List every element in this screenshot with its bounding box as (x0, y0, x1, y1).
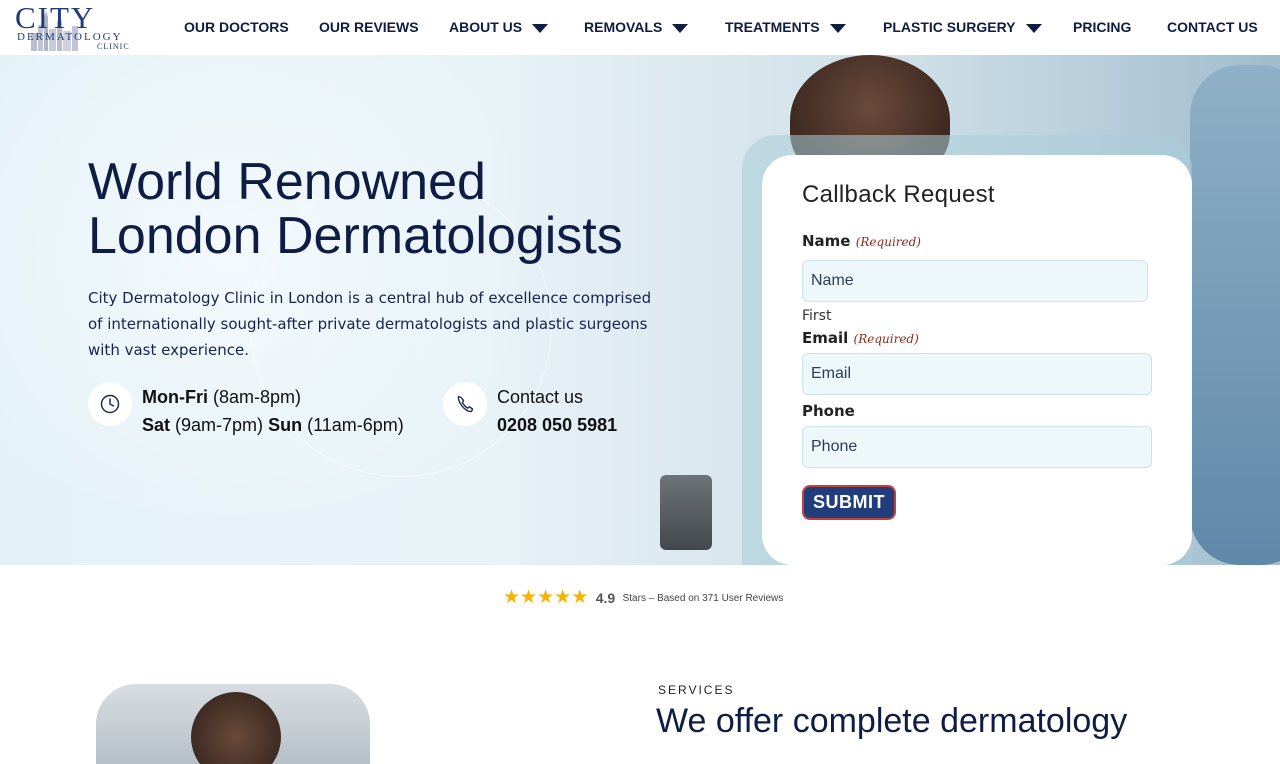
hours-sat-label: Sat (142, 415, 171, 435)
name-first-sublabel: First (802, 308, 832, 324)
hero-section: World Renowned London Dermatologists Cit… (0, 55, 1280, 565)
phone-icon[interactable] (443, 382, 487, 426)
star-rating: ★★★★★ (503, 588, 588, 608)
hero-description: City Dermatology Clinic in London is a c… (88, 289, 652, 359)
star-icon: ★ (520, 587, 538, 608)
nav-pricing[interactable]: PRICING (1073, 19, 1131, 35)
nav-about-us[interactable]: ABOUT US (449, 19, 549, 35)
clock-icon (88, 382, 132, 426)
phone-label: Phone (802, 402, 855, 420)
services-image-figure (191, 692, 281, 764)
nav-plastic-surgery[interactable]: PLASTIC SURGERY (883, 19, 1042, 35)
services-eyebrow: SERVICES (658, 683, 735, 697)
name-input[interactable] (802, 260, 1148, 302)
hero-title-line2: London Dermatologists (88, 207, 623, 265)
email-label: Email (Required) (802, 329, 919, 347)
logo-clinic-text: CLINIC (97, 42, 130, 51)
nav-about-us-label: ABOUT US (449, 19, 523, 35)
email-label-text: Email (802, 329, 849, 347)
email-input[interactable] (802, 353, 1152, 395)
hours-monfri-label: Mon-Fri (142, 387, 208, 407)
contact-phone-link[interactable]: 0208 050 5981 (497, 415, 617, 435)
email-required-note: (Required) (853, 332, 919, 346)
star-icon: ★ (503, 587, 521, 608)
nav-treatments[interactable]: TREATMENTS (725, 19, 846, 35)
name-label: Name (Required) (802, 232, 921, 250)
services-heading: We offer complete dermatology (656, 702, 1128, 740)
star-icon: ★ (537, 587, 555, 608)
star-icon: ★ (571, 587, 589, 608)
hours-sat-time: (9am-7pm) (175, 415, 264, 435)
rating-score: 4.9 (595, 590, 616, 606)
site-header: CITY DERMATOLOGY CLINIC OUR DOCTORS OUR … (0, 0, 1280, 55)
submit-button[interactable]: SUBMIT (802, 485, 896, 520)
hours-sun-label: Sun (268, 415, 303, 435)
nav-contact-us[interactable]: CONTACT US (1167, 19, 1258, 35)
hero-photo-figure-right (1190, 65, 1280, 565)
logo[interactable]: CITY DERMATOLOGY CLINIC (15, 0, 139, 51)
opening-hours: Mon-Fri (8am-8pm) Sat (9am-7pm) Sun (11a… (142, 383, 404, 439)
nav-plastic-surgery-label: PLASTIC SURGERY (883, 19, 1016, 35)
nav-our-reviews[interactable]: OUR REVIEWS (319, 19, 419, 35)
rating-summary[interactable]: ★★★★★ 4.9 Stars – Based on 371 User Revi… (503, 588, 783, 608)
rating-text: Stars – Based on 371 User Reviews (622, 592, 784, 604)
contact-label: Contact us (497, 387, 584, 407)
hero-title-line1: World Renowned (88, 153, 486, 211)
hours-sun-time: (11am-6pm) (307, 415, 404, 435)
chevron-down-icon (532, 24, 549, 33)
callback-form: Callback Request Name (Required) First E… (762, 155, 1192, 565)
form-title: Callback Request (802, 181, 995, 208)
name-required-note: (Required) (855, 235, 921, 249)
hours-monfri-time: (8am-8pm) (213, 387, 302, 407)
chevron-down-icon (672, 24, 689, 33)
hero-title: World Renowned London Dermatologists (88, 155, 728, 263)
chevron-down-icon (1025, 24, 1042, 33)
chevron-down-icon (829, 24, 846, 33)
services-image (96, 684, 370, 764)
nav-our-doctors[interactable]: OUR DOCTORS (184, 19, 289, 35)
logo-city-text: CITY (15, 0, 96, 35)
hero-photo-pen-holder (660, 475, 712, 550)
nav-treatments-label: TREATMENTS (725, 19, 820, 35)
nav-removals[interactable]: REMOVALS (584, 19, 689, 35)
phone-input[interactable] (802, 426, 1152, 468)
name-label-text: Name (802, 232, 851, 250)
contact-block: Contact us 0208 050 5981 (497, 383, 617, 439)
star-icon: ★ (554, 587, 572, 608)
nav-removals-label: REMOVALS (584, 19, 663, 35)
